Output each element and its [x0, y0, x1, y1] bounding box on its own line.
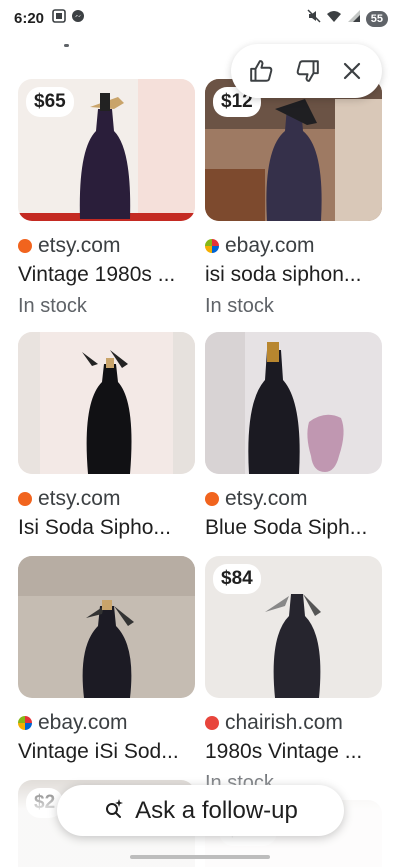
source-domain: ebay.com — [38, 711, 128, 734]
ebay-icon — [205, 239, 219, 253]
mute-icon — [307, 9, 321, 28]
product-image[interactable] — [18, 332, 195, 474]
result-title[interactable]: 1980s Vintage ... — [205, 740, 382, 768]
result-title[interactable]: isi soda siphon... — [205, 263, 382, 291]
source-domain: ebay.com — [225, 234, 315, 257]
status-bar: 6:20 55 — [0, 0, 400, 36]
status-time: 6:20 — [14, 9, 45, 27]
result-title[interactable]: Vintage 1980s ... — [18, 263, 195, 291]
product-image[interactable]: $84 — [205, 556, 382, 698]
stock-status: In stock — [205, 295, 274, 317]
result-card[interactable]: $65 etsy.com Vintage 1980s ... In stock — [18, 79, 195, 321]
etsy-icon — [205, 492, 219, 506]
source[interactable]: ebay.com — [18, 710, 195, 736]
product-image[interactable]: $12 — [205, 79, 382, 221]
result-title[interactable]: Vintage iSi Sod... — [18, 740, 195, 768]
screenshot-icon — [52, 8, 66, 28]
result-card[interactable]: $12 ebay.com isi soda siphon... In stock — [205, 79, 382, 321]
source[interactable]: etsy.com — [18, 486, 195, 512]
divider — [64, 44, 69, 47]
messenger-icon — [71, 9, 85, 28]
product-image[interactable] — [18, 556, 195, 698]
source[interactable]: etsy.com — [18, 233, 195, 259]
ask-follow-up-button[interactable]: Ask a follow-up — [57, 785, 344, 836]
home-indicator[interactable] — [130, 855, 270, 859]
signal-icon — [347, 9, 361, 28]
source-domain: chairish.com — [225, 711, 343, 734]
etsy-icon — [18, 239, 32, 253]
source[interactable]: chairish.com — [205, 710, 382, 736]
product-image[interactable] — [205, 332, 382, 474]
result-title[interactable]: Blue Soda Siph... — [205, 516, 382, 544]
etsy-icon — [18, 492, 32, 506]
close-icon[interactable] — [334, 53, 370, 89]
result-title[interactable]: Isi Soda Sipho... — [18, 516, 195, 544]
ebay-icon — [18, 716, 32, 730]
sparkle-search-icon — [103, 797, 125, 824]
product-image[interactable]: $65 — [18, 79, 195, 221]
price-badge: $84 — [213, 564, 261, 594]
ask-follow-up-label: Ask a follow-up — [135, 796, 298, 824]
result-card[interactable]: etsy.com Blue Soda Siph... — [205, 332, 382, 544]
thumbs-down-icon[interactable] — [289, 53, 325, 89]
source-domain: etsy.com — [225, 487, 308, 510]
source[interactable]: ebay.com — [205, 233, 382, 259]
feedback-pill — [231, 44, 382, 98]
source-domain: etsy.com — [38, 487, 121, 510]
wifi-icon — [326, 9, 342, 28]
thumbs-up-icon[interactable] — [244, 53, 280, 89]
battery-indicator: 55 — [365, 10, 388, 27]
stock-status: In stock — [18, 295, 87, 317]
result-card[interactable]: $84 chairish.com 1980s Vintage ... In st… — [205, 556, 382, 798]
chairish-icon — [205, 716, 219, 730]
price-badge: $65 — [26, 87, 74, 117]
result-card[interactable]: etsy.com Isi Soda Sipho... — [18, 332, 195, 544]
source-domain: etsy.com — [38, 234, 121, 257]
source[interactable]: etsy.com — [205, 486, 382, 512]
result-card[interactable]: ebay.com Vintage iSi Sod... — [18, 556, 195, 768]
